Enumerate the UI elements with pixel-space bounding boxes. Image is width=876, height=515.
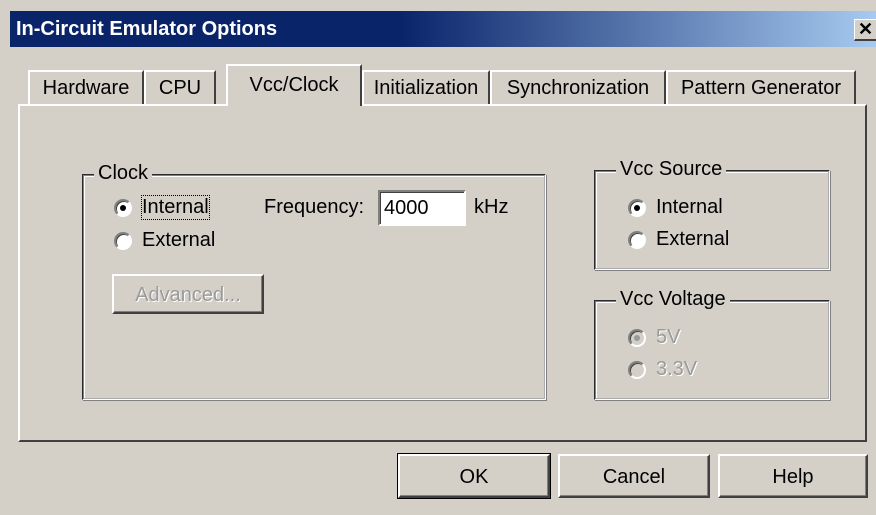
vcc-voltage-group-label: Vcc Voltage <box>616 288 730 311</box>
clock-groupbox: Clock Internal External Frequency: kHz A… <box>82 162 546 400</box>
cancel-button[interactable]: Cancel <box>558 454 710 498</box>
vcc-voltage-5v-radio[interactable]: 5V <box>628 326 680 349</box>
radio-checked-icon <box>628 328 646 347</box>
radio-label: Internal <box>656 196 723 218</box>
radio-checked-icon <box>628 198 646 217</box>
tab-label: Synchronization <box>506 77 650 99</box>
radio-label: 5V <box>656 326 681 348</box>
help-button-label: Help <box>772 466 814 488</box>
ok-button-label: OK <box>459 466 489 488</box>
radio-label: Internal <box>141 195 210 220</box>
radio-label: 3.3V <box>656 358 698 380</box>
tab-hardware[interactable]: Hardware <box>28 70 144 105</box>
advanced-button[interactable]: Advanced... <box>112 274 264 314</box>
tab-synchronization[interactable]: Synchronization <box>490 70 666 105</box>
tab-panel-vcc-clock: Clock Internal External Frequency: kHz A… <box>18 104 867 442</box>
help-button[interactable]: Help <box>718 454 868 498</box>
clock-external-radio[interactable]: External <box>114 229 215 252</box>
vcc-voltage-3v3-radio[interactable]: 3.3V <box>628 358 697 381</box>
radio-label: External <box>142 229 216 251</box>
vcc-source-internal-radio[interactable]: Internal <box>628 196 723 219</box>
tab-cpu[interactable]: CPU <box>144 70 216 105</box>
radio-unchecked-icon <box>114 231 132 250</box>
window-title: In-Circuit Emulator Options <box>16 18 278 40</box>
tab-initialization[interactable]: Initialization <box>362 70 490 105</box>
emulator-options-dialog: In-Circuit Emulator Options ✕ Hardware C… <box>0 0 876 515</box>
radio-label: External <box>656 228 730 250</box>
frequency-unit: kHz <box>474 196 509 218</box>
title-bar[interactable]: In-Circuit Emulator Options ✕ <box>10 11 876 47</box>
vcc-source-external-radio[interactable]: External <box>628 228 729 251</box>
radio-unchecked-icon <box>628 360 646 379</box>
vcc-source-groupbox: Vcc Source Internal External <box>594 158 830 270</box>
close-button[interactable]: ✕ <box>854 19 876 41</box>
cancel-button-label: Cancel <box>602 466 666 488</box>
tab-label: Initialization <box>373 77 479 99</box>
clock-group-label: Clock <box>94 162 153 185</box>
tab-label: CPU <box>158 77 202 99</box>
tab-pattern-generator[interactable]: Pattern Generator <box>666 70 856 105</box>
vcc-source-group-label: Vcc Source <box>616 158 727 181</box>
tab-vcc-clock[interactable]: Vcc/Clock <box>226 64 362 106</box>
close-icon: ✕ <box>857 19 874 39</box>
vcc-voltage-groupbox: Vcc Voltage 5V 3.3V <box>594 288 830 400</box>
tab-label: Pattern Generator <box>680 77 842 99</box>
frequency-input[interactable] <box>378 190 466 226</box>
radio-checked-icon <box>114 198 132 217</box>
advanced-button-label: Advanced... <box>135 284 241 306</box>
tab-label: Hardware <box>42 77 130 99</box>
tab-label: Vcc/Clock <box>249 74 339 96</box>
clock-internal-radio[interactable]: Internal <box>114 195 210 220</box>
radio-unchecked-icon <box>628 230 646 249</box>
frequency-label: Frequency: <box>264 196 365 218</box>
ok-button[interactable]: OK <box>397 453 551 499</box>
